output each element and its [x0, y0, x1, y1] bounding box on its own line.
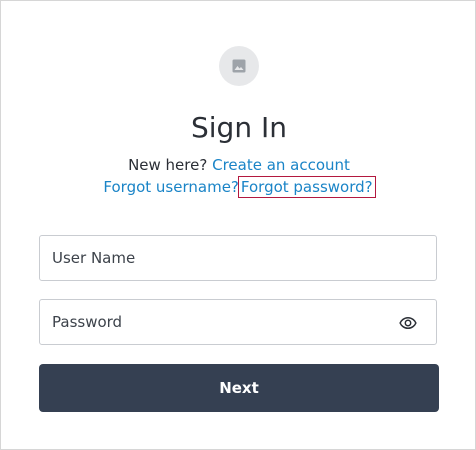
- next-button[interactable]: Next: [39, 364, 439, 412]
- password-input[interactable]: [40, 300, 436, 344]
- avatar: [219, 46, 259, 86]
- sign-in-card: Sign In New here? Create an account Forg…: [0, 0, 476, 450]
- new-here-text: New here?: [128, 156, 208, 174]
- image-placeholder-icon: [232, 59, 246, 73]
- username-field: [39, 235, 437, 281]
- forgot-links-line: Forgot username? Forgot password?: [1, 176, 476, 198]
- create-account-line: New here? Create an account: [1, 155, 476, 175]
- page-title: Sign In: [191, 111, 287, 144]
- eye-icon[interactable]: [399, 314, 417, 332]
- forgot-username-link[interactable]: Forgot username?: [103, 178, 238, 196]
- create-account-link[interactable]: Create an account: [212, 156, 350, 174]
- username-input[interactable]: [40, 236, 436, 280]
- forgot-password-link[interactable]: Forgot password?: [237, 176, 376, 198]
- password-field: [39, 299, 437, 345]
